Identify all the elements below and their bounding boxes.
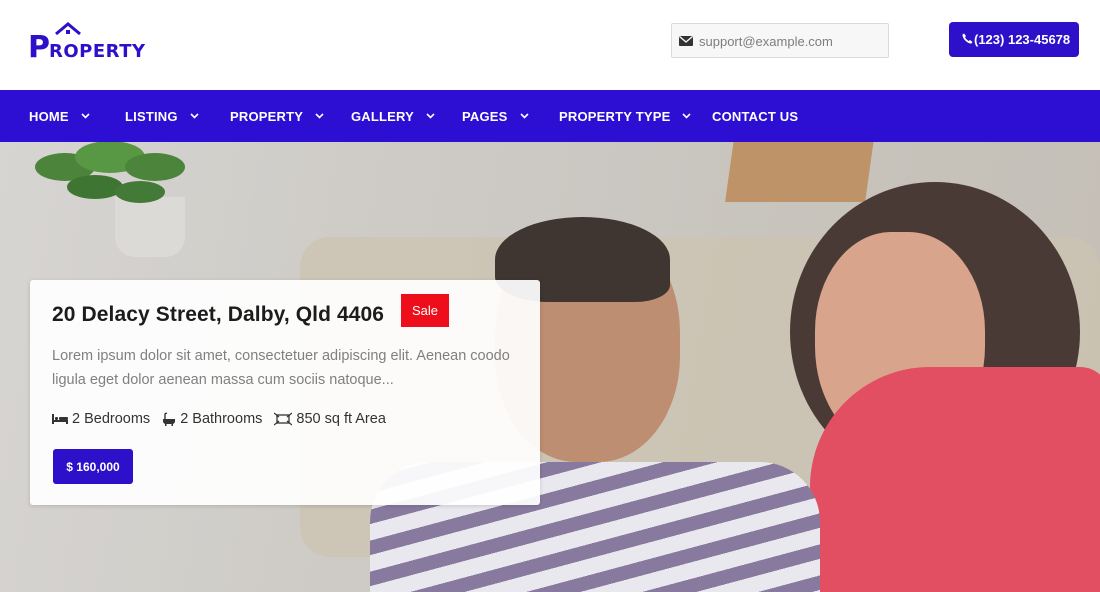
chevron-down-icon	[682, 113, 692, 119]
chevron-down-icon	[190, 113, 199, 119]
nav-label: PROPERTY TYPE	[559, 108, 671, 124]
chevron-down-icon	[81, 113, 90, 119]
phone-number: (123) 123-45678	[974, 32, 1071, 47]
chevron-down-icon	[426, 113, 435, 119]
nav-item-listing[interactable]: LISTING	[125, 90, 199, 142]
feature-bedrooms: 2 Bedrooms	[52, 411, 150, 427]
nav-item-property-type[interactable]: PROPERTY TYPE	[559, 90, 692, 142]
property-address-title[interactable]: 20 Delacy Street, Dalby, Qld 4406	[52, 303, 384, 327]
bathtub-icon	[163, 412, 176, 426]
nav-label: CONTACT US	[712, 108, 799, 124]
bedrooms-text: 2 Bedrooms	[72, 411, 151, 427]
logo-first-letter: P	[28, 30, 50, 65]
bed-icon	[52, 414, 68, 424]
nav-label: GALLERY	[351, 108, 415, 124]
feature-area: 850 sq ft Area	[274, 411, 386, 427]
nav-item-home[interactable]: HOME	[29, 90, 90, 142]
site-logo[interactable]: PROPERTY	[28, 22, 148, 65]
support-email-box[interactable]: support@example.com	[671, 23, 889, 58]
nav-item-pages[interactable]: PAGES	[462, 90, 529, 142]
area-icon	[274, 412, 293, 426]
phone-button[interactable]: (123) 123-45678	[949, 22, 1079, 57]
main-navigation: HOME LISTING PROPERTY GALLERY PAGES PROP…	[0, 90, 1100, 142]
nav-label: PROPERTY	[230, 108, 304, 124]
property-listing-card[interactable]: 20 Delacy Street, Dalby, Qld 4406 Sale L…	[30, 280, 540, 505]
envelope-icon	[679, 35, 693, 46]
nav-label: LISTING	[125, 108, 178, 124]
logo-wordmark: ROPERTY	[49, 41, 146, 62]
nav-item-gallery[interactable]: GALLERY	[351, 90, 435, 142]
nav-label: PAGES	[462, 108, 508, 124]
chevron-down-icon	[315, 113, 324, 119]
area-text: 850 sq ft Area	[296, 411, 386, 427]
feature-bathrooms: 2 Bathrooms	[162, 411, 262, 427]
chevron-down-icon	[519, 113, 529, 119]
property-features: 2 Bedrooms 2 Bathrooms 850 sq ft Area	[52, 411, 398, 427]
price-button[interactable]: $ 160,000	[53, 449, 133, 484]
nav-item-property[interactable]: PROPERTY	[230, 90, 324, 142]
sale-badge: Sale	[401, 294, 449, 327]
support-email-text: support@example.com	[699, 34, 833, 49]
site-header: PROPERTY support@example.com (123) 123-4…	[0, 0, 1100, 90]
property-description: Lorem ipsum dolor sit amet, consectetuer…	[52, 348, 510, 388]
nav-item-contact-us[interactable]: CONTACT US	[712, 90, 798, 142]
phone-icon	[962, 33, 973, 44]
bathrooms-text: 2 Bathrooms	[180, 411, 263, 427]
nav-label: HOME	[29, 108, 69, 124]
